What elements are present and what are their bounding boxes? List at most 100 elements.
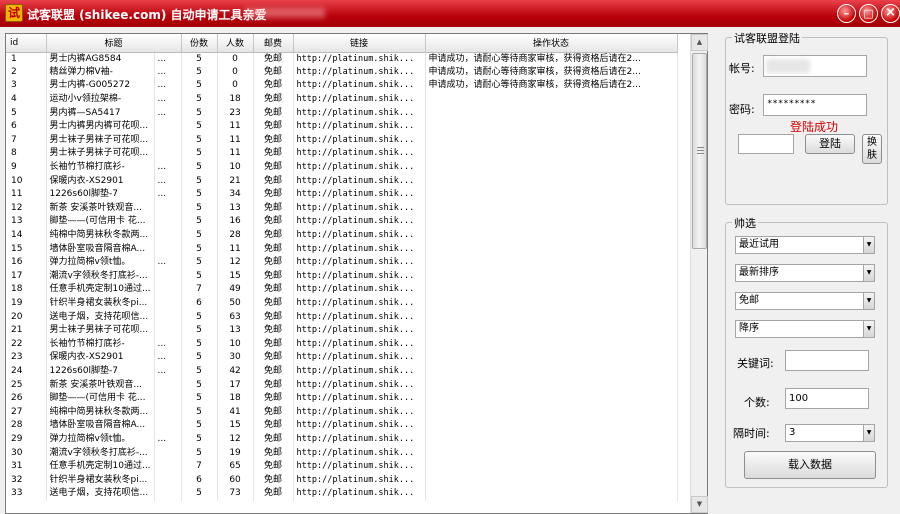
table-row[interactable]: 17 潮流v字领秋冬打底衫-... 5 15 免邮 http://platinum.shi… (6, 269, 678, 284)
trial-list-grid[interactable]: id 标题 份数 人数 邮费 链接 操作状态 1 男士内裤AG8584... 5 0 免… (5, 33, 708, 514)
table-row[interactable]: 33 送电子烟，支持花呗信... 5 73 免邮 http://platinum.shik… (6, 487, 678, 501)
vertical-scrollbar[interactable]: ▲ ▼ (690, 34, 708, 513)
cell-shipping: 免邮 (253, 391, 294, 406)
table-row[interactable]: 2 精丝弹力棉V袖-... 5 0 免邮 http://platinum.shik... 申… (6, 65, 678, 80)
table-row[interactable]: 25 新茶 安溪茶叶铁观音... 5 17 免邮 http://platinum.shik… (6, 378, 678, 392)
table-row[interactable]: 30 潮流v字领秋冬打底衫-... 5 19 免邮 http://platinum.shi… (6, 446, 678, 460)
table-row[interactable]: 31 任意手机壳定制10通过... 7 65 免邮 http://platinum.shi… (6, 459, 678, 474)
column-header-shipping[interactable]: 邮费 (253, 34, 294, 53)
cell-shipping: 免邮 (253, 242, 294, 256)
table-row[interactable]: 3 男士内裤-G005272... 5 0 免邮 http://platinum.shik… (6, 79, 678, 93)
scroll-thumb[interactable] (692, 53, 707, 249)
load-data-button[interactable]: 载入数据 (744, 451, 876, 479)
sort-by-select[interactable]: 最近试用 ▼ (735, 236, 875, 254)
interval-label: 隔时间: (733, 427, 770, 440)
order-value: 最新排序 (739, 267, 779, 278)
column-header-status[interactable]: 操作状态 (425, 34, 678, 53)
interval-select[interactable]: 3 ▼ (785, 424, 875, 442)
column-header-applicants[interactable]: 人数 (217, 34, 254, 53)
cell-ellipsis (154, 391, 182, 406)
cell-copies: 5 (181, 446, 218, 460)
column-header-link[interactable]: 链接 (293, 34, 426, 53)
table-row[interactable]: 4 运动小v领拉架棉-... 5 18 免邮 http://platinum.shik..… (6, 92, 678, 107)
cell-copies: 5 (181, 187, 218, 202)
scroll-up-icon[interactable]: ▲ (691, 34, 708, 51)
cell-title: 潮流v字领秋冬打底衫-... (46, 446, 155, 460)
table-row[interactable]: 11 1226s60l脚垫-7... 5 34 免邮 http://platinum.sh… (6, 187, 678, 202)
table-row[interactable]: 13 脚垫——(可信用卡 花... 5 16 免邮 http://platinum.shi… (6, 215, 678, 229)
chevron-down-icon[interactable]: ▼ (863, 321, 874, 337)
cell-id: 30 (6, 446, 47, 460)
column-header-id[interactable]: id (6, 34, 47, 53)
chevron-down-icon[interactable]: ▼ (863, 265, 874, 281)
table-row[interactable]: 29 弹力拉简棉v领t恤。... 5 12 免邮 http://platinum.shik… (6, 432, 678, 447)
cell-shipping: 免邮 (253, 269, 294, 284)
count-field[interactable]: 100 (785, 388, 869, 409)
login-button[interactable]: 登陆 (805, 134, 855, 154)
table-row[interactable]: 12 新茶 安溪茶叶铁观音... 5 13 免邮 http://platinum.shik… (6, 201, 678, 216)
table-row[interactable]: 5 男内裤—SA5417... 5 23 免邮 http://platinum.shik.… (6, 106, 678, 120)
cell-ellipsis (154, 283, 182, 297)
cell-link: http://platinum.shik... (293, 337, 426, 352)
column-header-copies[interactable]: 份数 (181, 34, 218, 53)
chevron-down-icon[interactable]: ▼ (863, 293, 874, 309)
table-row[interactable]: 10 保暖内衣-XS2901... 5 21 免邮 http://platinum.shi… (6, 174, 678, 188)
table-row[interactable]: 24 1226s60l脚垫-7... 5 42 免邮 http://platinum.sh… (6, 364, 678, 379)
cell-ellipsis (154, 323, 182, 338)
table-row[interactable]: 7 男士袜子男袜子可花呗... 5 11 免邮 http://platinum.shik.… (6, 133, 678, 148)
cell-shipping: 免邮 (253, 283, 294, 297)
cell-applicants: 17 (217, 378, 254, 392)
cell-link: http://platinum.shik... (293, 310, 426, 324)
password-field[interactable]: ********* (763, 94, 867, 116)
chevron-down-icon[interactable]: ▼ (863, 425, 874, 441)
cell-copies: 5 (181, 391, 218, 406)
direction-select[interactable]: 降序 ▼ (735, 320, 875, 338)
table-row[interactable]: 19 针织半身裙女装秋冬pi... 6 50 免邮 http://platinum.shi… (6, 296, 678, 311)
cell-applicants: 18 (217, 391, 254, 406)
cell-shipping: 免邮 (253, 459, 294, 474)
table-row[interactable]: 23 保暖内衣-XS2901... 5 30 免邮 http://platinum.shi… (6, 351, 678, 365)
table-row[interactable]: 15 墙体卧室吸音隔音棉A... 5 11 免邮 http://platinum.shik… (6, 242, 678, 256)
switch-skin-button[interactable]: 换肤 (862, 134, 882, 164)
cell-status (425, 405, 678, 420)
table-row[interactable]: 22 长袖竹节棉打底衫-... 5 10 免邮 http://platinum.shik.… (6, 337, 678, 352)
shipping-select[interactable]: 免邮 ▼ (735, 292, 875, 310)
table-row[interactable]: 20 送电子烟，支持花呗信... 5 63 免邮 http://platinum.shik… (6, 310, 678, 324)
cell-applicants: 49 (217, 283, 254, 297)
table-row[interactable]: 16 弹力拉简棉v领t恤。... 5 12 免邮 http://platinum.shik… (6, 255, 678, 270)
cell-link: http://platinum.shik... (293, 106, 426, 120)
table-row[interactable]: 1 男士内裤AG8584... 5 0 免邮 http://platinum.shik..… (6, 52, 678, 66)
scroll-down-icon[interactable]: ▼ (691, 496, 708, 513)
column-header-title[interactable]: 标题 (46, 34, 182, 53)
minimize-button[interactable]: – (837, 4, 856, 23)
table-row[interactable]: 6 男士内裤男内裤可花呗... 5 11 免邮 http://platinum.shik.… (6, 119, 678, 134)
table-row[interactable]: 28 墙体卧室吸音隔音棉A... 5 15 免邮 http://platinum.shik… (6, 419, 678, 433)
cell-copies: 5 (181, 432, 218, 447)
table-row[interactable]: 26 脚垫——(可信用卡 花... 5 18 免邮 http://platinum.shi… (6, 391, 678, 406)
chevron-down-icon[interactable]: ▼ (863, 237, 874, 253)
cell-applicants: 63 (217, 310, 254, 324)
cell-ellipsis: ... (154, 351, 182, 365)
cell-applicants: 19 (217, 446, 254, 460)
cell-ellipsis: ... (154, 337, 182, 352)
cell-title: 纯棉中简男袜秋冬款两... (46, 228, 155, 243)
filter-group-title: 帅选 (732, 215, 758, 231)
table-row[interactable]: 14 纯棉中简男袜秋冬款两... 5 28 免邮 http://platinum.shik… (6, 228, 678, 243)
table-row[interactable]: 21 男士袜子男袜子可花呗... 5 13 免邮 http://platinum.shik… (6, 323, 678, 338)
cell-ellipsis: ... (154, 364, 182, 379)
table-row[interactable]: 27 纯棉中简男袜秋冬款两... 5 41 免邮 http://platinum.shik… (6, 405, 678, 420)
table-row[interactable]: 18 任意手机壳定制10通过... 7 49 免邮 http://platinum.shi… (6, 283, 678, 297)
captcha-field[interactable] (738, 134, 794, 154)
cell-link: http://platinum.shik... (293, 391, 426, 406)
table-row[interactable]: 32 针织半身裙女装秋冬pi... 6 60 免邮 http://platinum.shi… (6, 473, 678, 487)
cell-status (425, 296, 678, 311)
close-button[interactable]: × (881, 4, 900, 23)
maximize-button[interactable]: □ (859, 4, 878, 23)
table-row[interactable]: 9 长袖竹节棉打底衫-... 5 10 免邮 http://platinum.shik..… (6, 160, 678, 175)
app-icon: 试 (5, 4, 23, 22)
table-row[interactable]: 8 男士袜子男袜子可花呗... 5 11 免邮 http://platinum.shik.… (6, 147, 678, 161)
keyword-field[interactable] (785, 350, 869, 371)
cell-copies: 7 (181, 459, 218, 474)
order-select[interactable]: 最新排序 ▼ (735, 264, 875, 282)
cell-copies: 6 (181, 296, 218, 311)
